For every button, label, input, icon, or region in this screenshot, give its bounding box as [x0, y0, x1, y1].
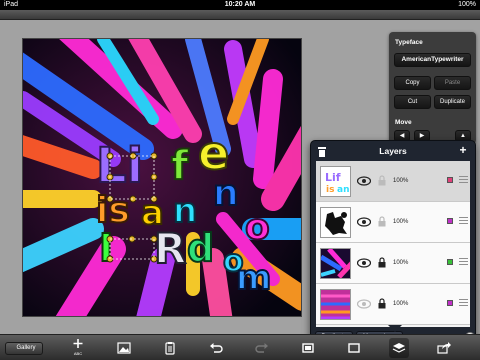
- lock-icon[interactable]: [378, 257, 386, 268]
- frame-button[interactable]: [347, 341, 361, 355]
- top-toolbar: [0, 10, 480, 20]
- layers-icon: [392, 343, 406, 353]
- layer-opacity: 100%: [393, 301, 409, 307]
- drag-handle-icon[interactable]: [459, 176, 468, 186]
- layer-opacity: 100%: [393, 260, 409, 266]
- svg-text:o: o: [245, 207, 270, 248]
- svg-text:f: f: [171, 143, 189, 189]
- svg-text:I: I: [99, 226, 113, 270]
- status-bar: iPad 10:20 AM 100%: [0, 0, 480, 10]
- bottom-toolbar: Gallery ABC: [0, 334, 480, 360]
- move-heading: Move: [395, 119, 412, 126]
- paste-board-icon: [165, 342, 175, 355]
- svg-text:n: n: [213, 173, 239, 214]
- add-text-caption: ABC: [73, 351, 83, 356]
- layer-color-swatch[interactable]: [447, 218, 453, 224]
- frame-icon: [348, 343, 360, 353]
- layer-color-swatch[interactable]: [447, 259, 453, 265]
- layer-opacity: 100%: [393, 219, 409, 225]
- layer-row[interactable]: 100%: [316, 243, 470, 284]
- visibility-eye-icon[interactable]: [357, 176, 371, 186]
- canvas-word-life: Li: [96, 138, 143, 194]
- add-text-icon: [73, 339, 83, 348]
- undo-icon: [210, 343, 223, 353]
- crop-icon: [302, 343, 314, 353]
- svg-text:is: is: [96, 190, 130, 231]
- layer-thumbnail: [320, 207, 351, 238]
- layer-row[interactable]: 100%: [316, 284, 470, 325]
- cut-button[interactable]: Cut: [394, 95, 431, 109]
- lock-icon[interactable]: [378, 298, 386, 309]
- popover-arrow: [388, 325, 402, 332]
- drag-handle-icon[interactable]: [459, 217, 468, 227]
- workspace: Li f e is a n n o I R d o m Typeface Ame…: [0, 20, 480, 346]
- redo-icon: [255, 343, 268, 353]
- drag-handle-icon[interactable]: [459, 258, 468, 268]
- layer-color-swatch[interactable]: [447, 300, 453, 306]
- add-layer-button[interactable]: +: [457, 143, 469, 157]
- svg-text:d: d: [187, 226, 214, 270]
- share-icon: [437, 342, 451, 354]
- copy-button[interactable]: Copy: [394, 76, 431, 90]
- visibility-eye-icon[interactable]: [357, 258, 371, 268]
- layer-thumbnail: Lif is an: [320, 166, 351, 197]
- gallery-button[interactable]: Gallery: [5, 342, 43, 355]
- add-image-icon: [117, 342, 131, 354]
- svg-text:is: is: [326, 185, 334, 195]
- lock-icon[interactable]: [378, 175, 386, 186]
- layer-thumbnail: [320, 248, 351, 279]
- design-canvas[interactable]: Li f e is a n n o I R d o m: [22, 38, 302, 317]
- trash-icon: [318, 147, 326, 157]
- properties-panel: Typeface AmericanTypewriter Copy Paste C…: [389, 32, 476, 144]
- paste-button[interactable]: Paste: [434, 76, 471, 90]
- canvas-artwork: Li f e is a n n o I R d o m: [23, 39, 301, 316]
- layer-opacity: 100%: [393, 178, 409, 184]
- svg-text:R: R: [154, 224, 186, 273]
- typeface-selector[interactable]: AmericanTypewriter: [394, 53, 471, 67]
- add-text-button[interactable]: [71, 338, 85, 352]
- layers-title: Layers: [379, 146, 407, 156]
- layers-popover: Layers + Lif is an 100% 100% 100% 100%: [310, 140, 476, 346]
- svg-text:m: m: [236, 258, 271, 298]
- svg-text:Lif: Lif: [325, 171, 341, 184]
- crop-button[interactable]: [301, 341, 315, 355]
- layer-row[interactable]: 100%: [316, 202, 470, 243]
- typeface-heading: Typeface: [395, 39, 423, 46]
- add-image-button[interactable]: [117, 341, 131, 355]
- battery-label: 100%: [458, 1, 476, 8]
- delete-layer-button[interactable]: [317, 145, 327, 157]
- redo-button[interactable]: [255, 341, 269, 355]
- layer-color-swatch[interactable]: [447, 177, 453, 183]
- svg-text:e: e: [198, 126, 229, 180]
- duplicate-button[interactable]: Duplicate: [434, 95, 471, 109]
- lock-icon[interactable]: [378, 216, 386, 227]
- undo-button[interactable]: [209, 341, 223, 355]
- visibility-eye-icon[interactable]: [357, 299, 371, 309]
- layers-list: Lif is an 100% 100% 100% 100%: [316, 161, 470, 327]
- layers-button[interactable]: [389, 338, 409, 358]
- paste-board-button[interactable]: [163, 341, 177, 355]
- clock: 10:20 AM: [224, 1, 256, 8]
- share-button[interactable]: [437, 341, 451, 355]
- svg-text:an: an: [337, 185, 349, 195]
- drag-handle-icon[interactable]: [459, 299, 468, 309]
- visibility-eye-icon[interactable]: [357, 217, 371, 227]
- layer-row[interactable]: Lif is an 100%: [316, 161, 470, 202]
- layer-thumbnail: [320, 289, 351, 320]
